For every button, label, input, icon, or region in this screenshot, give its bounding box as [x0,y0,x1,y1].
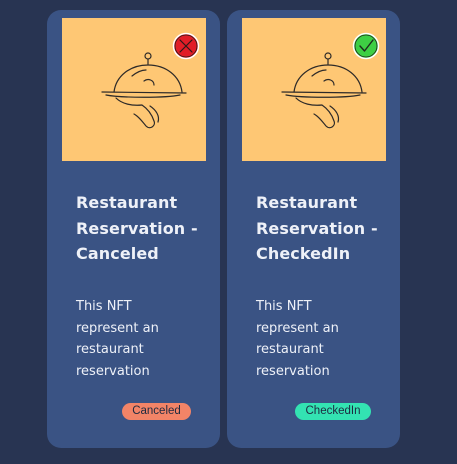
nft-image [242,18,386,161]
check-circle-icon [352,32,380,60]
card-title: Restaurant Reservation - Canceled [76,193,198,263]
nft-card-canceled[interactable]: Restaurant Reservation - Canceled This N… [47,10,220,448]
x-circle-icon [172,32,200,60]
nft-card-checkedin[interactable]: Restaurant Reservation - CheckedIn This … [227,10,400,448]
card-description: This NFT represent an restaurant reserva… [256,299,339,379]
card-description: This NFT represent an restaurant reserva… [76,299,159,379]
card-title: Restaurant Reservation - CheckedIn [256,193,378,263]
nft-image [62,18,206,161]
status-badge: CheckedIn [295,403,371,420]
nft-card-grid: Restaurant Reservation - Canceled This N… [0,0,457,464]
status-badge: Canceled [122,403,191,420]
